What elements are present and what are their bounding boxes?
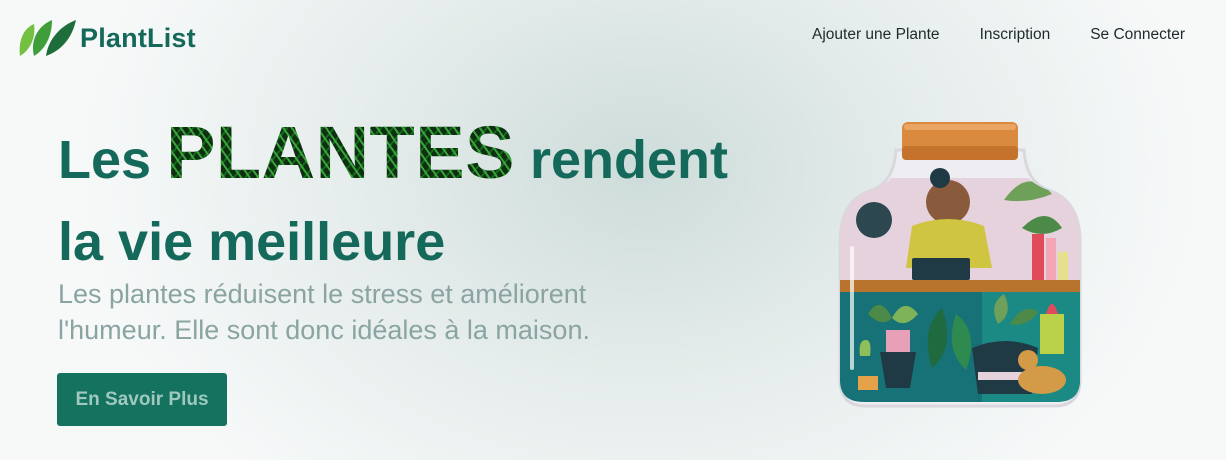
navbar: PlantList Ajouter une Plante Inscription… xyxy=(0,0,1226,72)
brand-name: PlantList xyxy=(80,22,196,53)
leaves-logo-icon xyxy=(19,20,76,56)
person-head xyxy=(926,180,970,224)
nav-link-login[interactable]: Se Connecter xyxy=(1090,26,1185,44)
learn-more-button[interactable]: En Savoir Plus xyxy=(57,373,227,426)
hero-title: Les PLANTES rendent la vie meilleure xyxy=(58,111,778,283)
hero-title-start: Les xyxy=(58,130,152,190)
hero-subtitle: Les plantes réduisent le stress et améli… xyxy=(58,279,590,345)
nav-links: Ajouter une Plante Inscription Se Connec… xyxy=(772,26,1185,44)
brand-logo[interactable]: PlantList xyxy=(18,16,196,60)
laptop xyxy=(912,258,970,280)
nav-link-signup[interactable]: Inscription xyxy=(980,26,1051,44)
nav-link-add-plant[interactable]: Ajouter une Plante xyxy=(812,26,940,44)
plant-terrarium-jar-illustration xyxy=(838,122,1082,408)
cat xyxy=(1018,366,1066,394)
hero-title-highlight: PLANTES xyxy=(166,111,515,194)
shelf xyxy=(840,280,1080,292)
